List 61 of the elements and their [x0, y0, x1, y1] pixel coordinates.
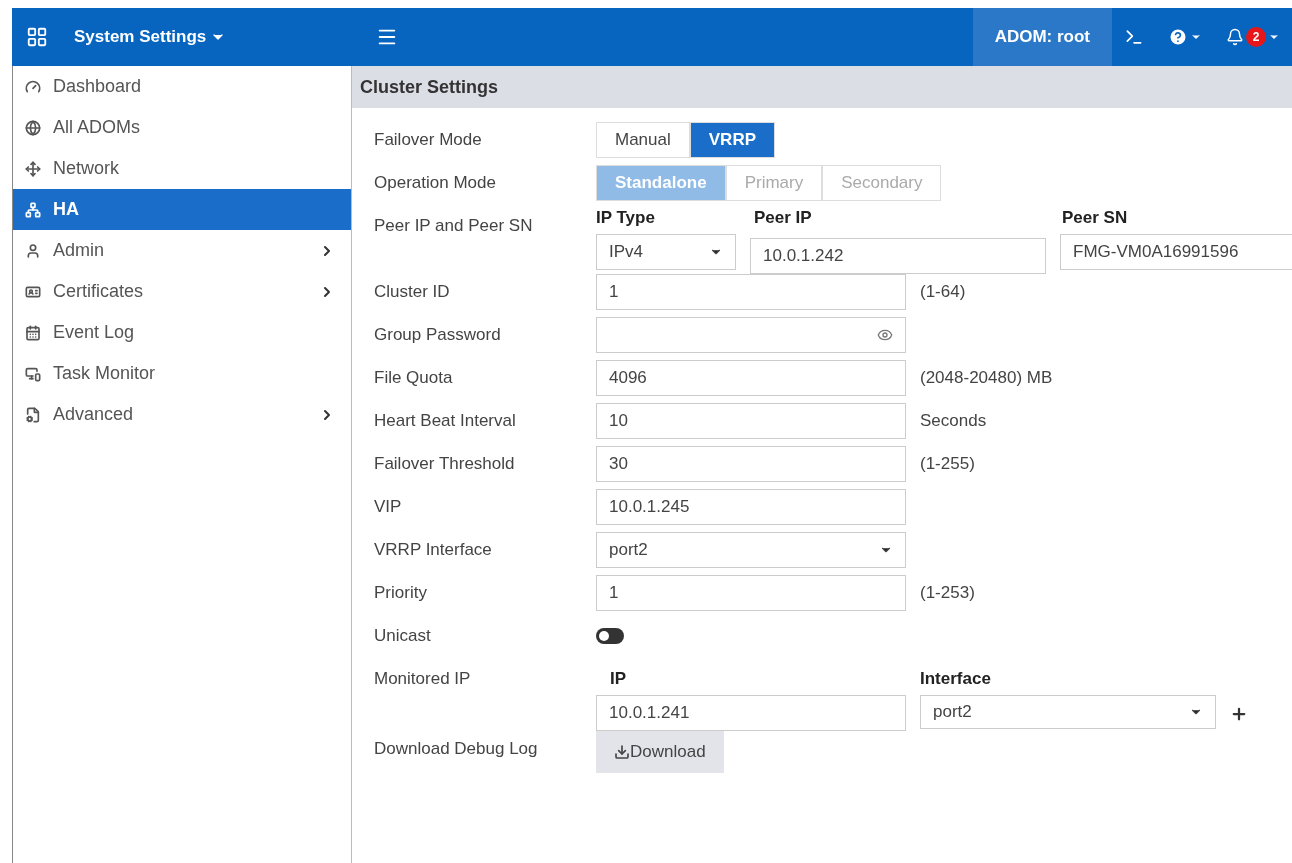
column-heading: Peer IP	[753, 208, 813, 228]
sidebar-item[interactable]: HA	[13, 189, 351, 230]
field-label: Download Debug Log	[374, 738, 539, 759]
field-label: Failover Threshold	[374, 453, 516, 474]
field-hint: (1-253)	[919, 582, 975, 603]
calendar-icon	[25, 324, 41, 341]
field-label: VIP	[374, 496, 403, 517]
text-field[interactable]: 4096	[596, 360, 906, 396]
gauge-icon	[25, 78, 41, 95]
ip-field[interactable]: 10.0.1.241	[596, 695, 906, 731]
field-label: Operation Mode	[374, 172, 497, 193]
field-label: File Quota	[374, 367, 454, 388]
column-heading: Peer SN	[1061, 208, 1129, 228]
peer-ip-field[interactable]: 10.0.1.242	[750, 238, 1046, 274]
interface-select[interactable]: port2	[596, 532, 906, 568]
adom-button[interactable]: ADOM: root	[972, 8, 1112, 66]
field-label: Heart Beat Interval	[374, 410, 517, 431]
eye-icon[interactable]	[877, 327, 893, 343]
text-field[interactable]: 10	[596, 403, 906, 439]
field-hint: (2048-20480) MB	[919, 367, 1053, 388]
terminal-icon	[1124, 27, 1144, 47]
peer-sn-field[interactable]: FMG-VM0A16991596	[1060, 234, 1292, 270]
network-icon	[25, 201, 41, 218]
download-button[interactable]: Download	[596, 731, 724, 773]
text-field[interactable]: 1	[596, 274, 906, 310]
column-heading: IP	[609, 668, 628, 689]
download-icon	[614, 744, 630, 760]
user-icon	[25, 242, 41, 259]
field-hint: (1-64)	[919, 281, 966, 302]
ip-type-select[interactable]: IPv4	[596, 234, 736, 270]
add-icon[interactable]	[1230, 705, 1248, 723]
help-icon	[1168, 27, 1188, 47]
monitor-icon	[25, 365, 41, 382]
field-hint: Seconds	[919, 410, 987, 431]
field-label: VRRP Interface	[374, 539, 493, 560]
text-field[interactable]: 1	[596, 575, 906, 611]
app-menu[interactable]: System Settings	[74, 27, 227, 47]
column-heading: IP Type	[596, 208, 656, 228]
field-label: Unicast	[374, 625, 432, 646]
field-hint: (1-255)	[919, 453, 975, 474]
grid-icon[interactable]	[26, 26, 48, 48]
column-heading: Interface	[920, 668, 992, 689]
field-label: Failover Mode	[374, 129, 483, 150]
panel-title: Cluster Settings	[352, 66, 1292, 108]
field-label: Cluster ID	[374, 281, 451, 302]
text-field[interactable]: 30	[596, 446, 906, 482]
segment-option[interactable]: Manual	[596, 122, 690, 158]
file-gear-icon	[25, 406, 41, 423]
password-field[interactable]	[596, 317, 906, 353]
interface-select[interactable]: port2	[920, 695, 1216, 729]
notifications-button[interactable]: 2	[1214, 8, 1292, 66]
field-label: Group Password	[374, 324, 502, 345]
globe-icon	[25, 119, 41, 136]
field-label: Monitored IP	[374, 668, 472, 689]
field-label: Priority	[374, 582, 428, 603]
segment-option[interactable]: VRRP	[689, 122, 775, 158]
field-label: Peer IP and Peer SN	[374, 215, 534, 236]
text-field[interactable]: 10.0.1.245	[596, 489, 906, 525]
move-icon	[25, 160, 41, 177]
bell-icon	[1226, 28, 1244, 46]
toggle-switch[interactable]	[596, 628, 624, 644]
